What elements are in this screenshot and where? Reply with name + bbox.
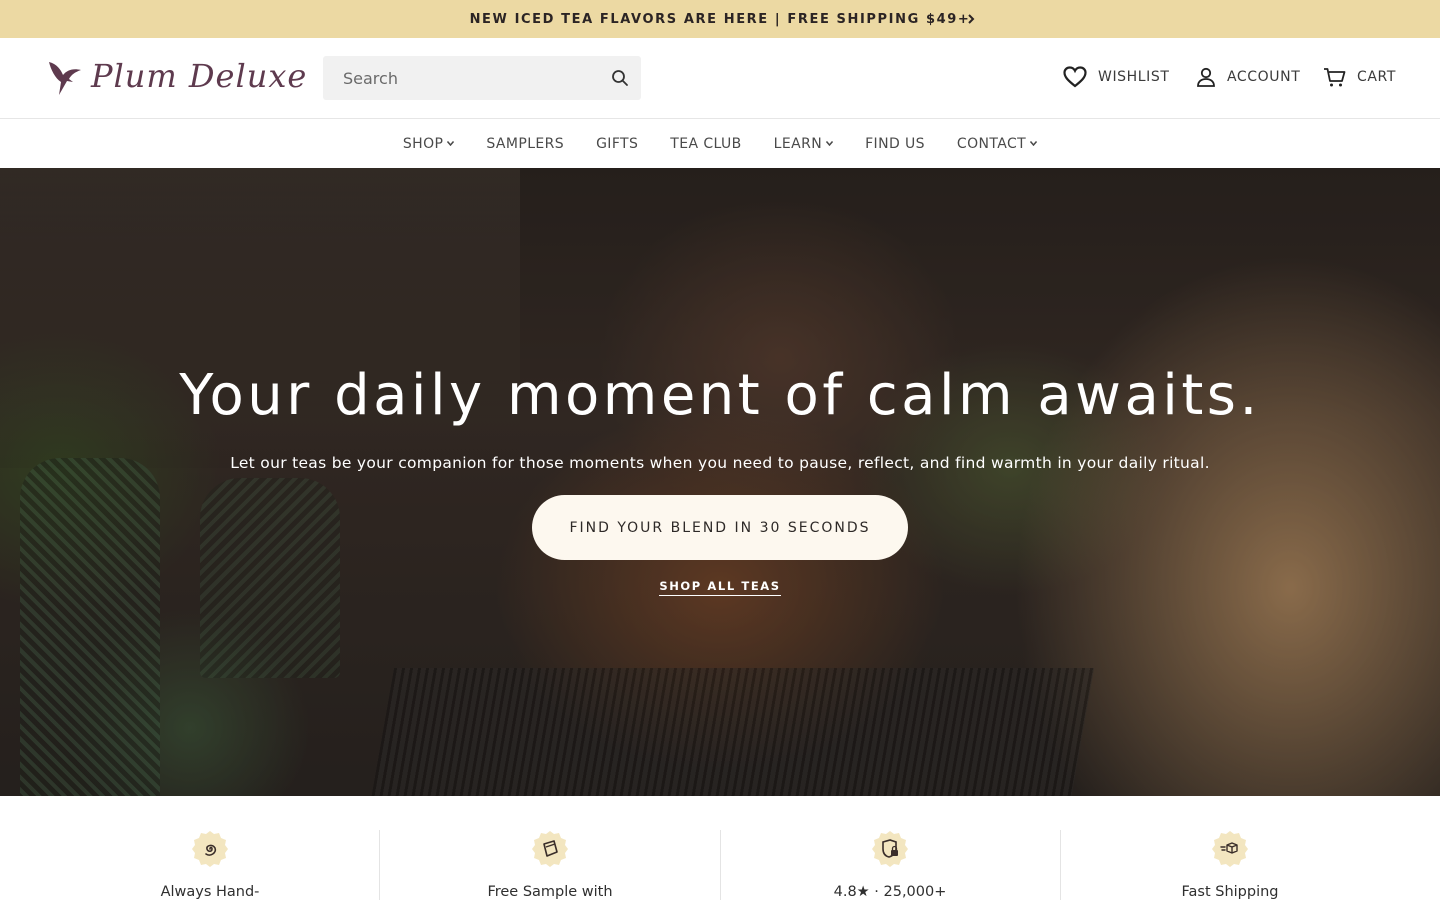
announcement-bar[interactable]: NEW ICED TEA FLAVORS ARE HERE | FREE SHI… <box>0 0 1440 38</box>
brand-logo[interactable]: Plum Deluxe <box>47 55 306 101</box>
chevron-down-icon <box>1030 141 1038 146</box>
shield-lock-icon <box>872 831 908 867</box>
feature-item: Always Hand- <box>40 796 380 900</box>
hero-subtitle: Let our teas be your companion for those… <box>230 454 1210 472</box>
search-icon[interactable] <box>611 69 629 87</box>
logo-wordmark: Plum Deluxe <box>91 57 308 95</box>
nav-label: GIFTS <box>596 135 639 152</box>
search-input[interactable] <box>323 56 603 100</box>
feature-label: Fast Shipping <box>1181 884 1279 900</box>
hero-banner: Your daily moment of calm awaits. Let ou… <box>0 168 1440 796</box>
site-header: Plum Deluxe WISHLIST ACCOUNT CART <box>0 38 1440 119</box>
feature-label: Free Sample with <box>487 884 613 900</box>
nav-item-samplers[interactable]: SAMPLERS <box>486 136 564 152</box>
chevron-down-icon <box>447 141 455 146</box>
cart-link[interactable]: CART <box>1323 62 1396 92</box>
feature-item: 4.8★ · 25,000+ <box>720 796 1060 900</box>
chevron-down-icon <box>826 141 834 146</box>
nav-item-learn[interactable]: LEARN <box>773 135 834 152</box>
nav-item-gifts[interactable]: GIFTS <box>596 136 638 152</box>
nav-item-shop[interactable]: SHOP <box>402 135 455 152</box>
tea-sample-icon <box>532 831 568 867</box>
shipping-box-icon <box>1212 831 1248 867</box>
nav-label: FIND US <box>865 135 925 152</box>
shop-all-teas-link[interactable]: SHOP ALL TEAS <box>659 579 781 596</box>
nav-label: SAMPLERS <box>486 135 565 152</box>
wishlist-link[interactable]: WISHLIST <box>1062 62 1170 92</box>
wishlist-label: WISHLIST <box>1098 69 1170 85</box>
shop-all-teas-container: SHOP ALL TEAS <box>0 575 1440 596</box>
nav-label: CONTACT <box>956 135 1027 152</box>
account-link[interactable]: ACCOUNT <box>1195 62 1300 92</box>
hero-overlay <box>0 168 1440 796</box>
search-box[interactable] <box>323 56 641 100</box>
nav-label: LEARN <box>773 135 823 152</box>
nav-item-find-us[interactable]: FIND US <box>865 136 925 152</box>
cart-icon <box>1324 68 1346 87</box>
account-label: ACCOUNT <box>1227 69 1301 85</box>
swirl-icon <box>192 831 228 867</box>
features-strip: Always Hand- Free Sample with 4.8★ · 25,… <box>40 796 1400 900</box>
cart-label: CART <box>1357 69 1397 85</box>
heart-icon <box>1063 66 1087 88</box>
feature-label: 4.8★ · 25,000+ <box>833 884 947 900</box>
nav-item-tea-club[interactable]: TEA CLUB <box>670 136 741 152</box>
announcement-text[interactable]: NEW ICED TEA FLAVORS ARE HERE | FREE SHI… <box>470 12 971 27</box>
nav-item-contact[interactable]: CONTACT <box>956 135 1038 152</box>
feature-item: Fast Shipping <box>1060 796 1400 900</box>
hummingbird-icon <box>49 62 81 95</box>
main-nav: SHOP SAMPLERS GIFTS TEA CLUB LEARN FIND … <box>0 119 1440 168</box>
nav-label: TEA CLUB <box>670 135 742 152</box>
nav-label: SHOP <box>402 135 444 152</box>
user-icon <box>1197 67 1215 87</box>
chevron-right-icon[interactable] <box>965 13 977 25</box>
hero-title: Your daily moment of calm awaits. <box>179 363 1261 428</box>
feature-item: Free Sample with <box>380 796 720 900</box>
feature-label: Always Hand- <box>160 884 260 900</box>
find-your-blend-button[interactable]: FIND YOUR BLEND IN 30 SECONDS <box>532 495 908 560</box>
